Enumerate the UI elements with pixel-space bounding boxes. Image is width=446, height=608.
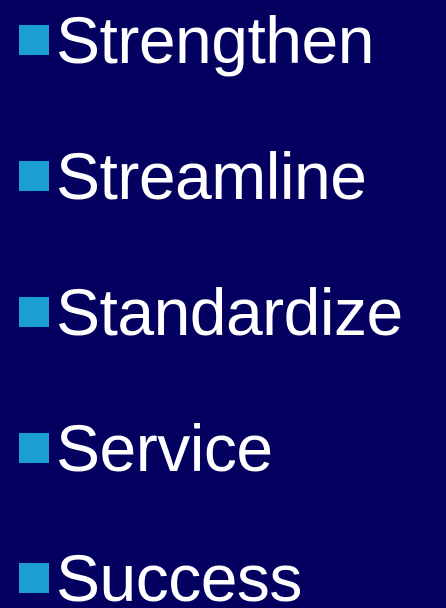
bullet-label: Strengthen [56,3,374,77]
bullet-label: Success [56,541,302,608]
bullet-label: Streamline [56,139,367,213]
bullet-label: Service [56,411,273,485]
slide: Strengthen Streamline Standardize Servic… [0,0,446,608]
bullet-item-strengthen: Strengthen [19,0,374,80]
square-bullet-icon [19,563,49,593]
square-bullet-icon [19,297,49,327]
bullet-item-success: Success [19,538,302,608]
bullet-item-service: Service [19,408,273,488]
square-bullet-icon [19,433,49,463]
bullet-label: Standardize [56,275,403,349]
bullet-item-streamline: Streamline [19,136,367,216]
square-bullet-icon [19,161,49,191]
square-bullet-icon [19,25,49,55]
bullet-item-standardize: Standardize [19,272,403,352]
